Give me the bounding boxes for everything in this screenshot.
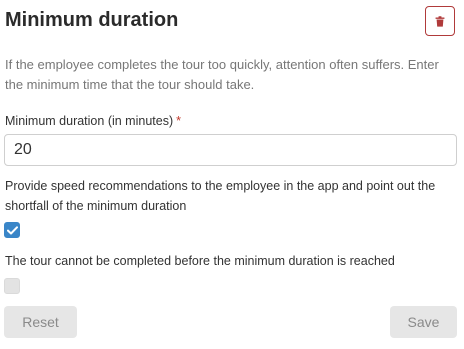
- delete-button[interactable]: [425, 6, 455, 36]
- minimum-duration-input[interactable]: [4, 134, 457, 166]
- description-text: If the employee completes the tour too q…: [5, 57, 439, 92]
- minimum-duration-label: Minimum duration (in minutes) *: [5, 114, 181, 128]
- block-completion-label: The tour cannot be completed before the …: [5, 254, 395, 268]
- checkmark-icon: [6, 225, 18, 235]
- reset-button[interactable]: Reset: [4, 306, 77, 338]
- page-title: Minimum duration: [5, 9, 179, 31]
- required-marker: *: [176, 114, 181, 128]
- save-button[interactable]: Save: [390, 306, 457, 338]
- speed-recommendations-label: Provide speed recommendations to the emp…: [5, 179, 436, 213]
- minimum-duration-label-text: Minimum duration (in minutes): [5, 114, 174, 128]
- trash-icon: [435, 15, 445, 27]
- speed-recommendations-checkbox[interactable]: [4, 222, 20, 238]
- block-completion-checkbox[interactable]: [4, 278, 20, 294]
